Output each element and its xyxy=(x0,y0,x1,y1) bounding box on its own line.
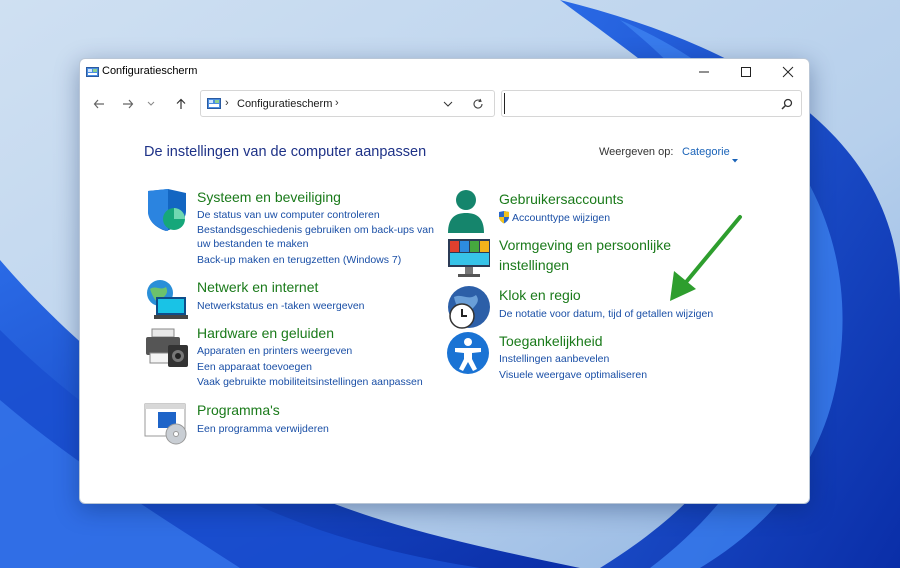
category-link[interactable]: Een programma verwijderen xyxy=(197,422,329,437)
network-icon[interactable] xyxy=(144,277,190,323)
category-link[interactable]: Instellingen aanbevelen xyxy=(499,352,609,367)
category-link[interactable]: Visuele weergave optimaliseren xyxy=(499,368,647,383)
category-link[interactable]: Accounttype wijzigen xyxy=(512,211,610,226)
close-icon xyxy=(782,66,794,78)
printer-icon[interactable] xyxy=(144,323,190,369)
search-box[interactable] xyxy=(501,90,802,117)
control-panel-window: Configuratiescherm › Configuratiescherm … xyxy=(79,58,810,504)
category-title[interactable]: Systeem en beveiliging xyxy=(197,187,341,207)
recent-locations-button[interactable] xyxy=(144,93,158,115)
title-bar[interactable]: Configuratiescherm xyxy=(80,59,809,85)
breadcrumb-separator: › xyxy=(225,97,229,109)
view-by-label: Weergeven op: xyxy=(599,146,674,158)
control-panel-icon xyxy=(86,65,99,83)
appearance-icon[interactable] xyxy=(446,235,492,281)
category-title[interactable]: Programma's xyxy=(197,400,280,420)
category-link[interactable]: uw bestanden te maken xyxy=(197,237,309,252)
caret-down-icon[interactable] xyxy=(732,150,738,168)
up-button[interactable] xyxy=(170,93,192,115)
category-link[interactable]: De notatie voor datum, tijd of getallen … xyxy=(499,307,713,322)
address-bar[interactable]: › Configuratiescherm › xyxy=(200,90,495,117)
maximize-icon xyxy=(741,67,751,77)
category-title[interactable]: Gebruikersaccounts xyxy=(499,189,624,209)
category-title[interactable]: Netwerk en internet xyxy=(197,277,318,297)
category-link[interactable]: Bestandsgeschiedenis gebruiken om back-u… xyxy=(197,223,434,238)
back-button[interactable] xyxy=(88,93,110,115)
category-title-line2[interactable]: instellingen xyxy=(499,255,569,275)
category-title[interactable]: Klok en regio xyxy=(499,285,581,305)
category-link[interactable]: Apparaten en printers weergeven xyxy=(197,344,352,359)
arrow-right-icon xyxy=(123,99,134,109)
shield-icon[interactable] xyxy=(144,187,190,233)
close-button[interactable] xyxy=(767,59,809,85)
search-input[interactable] xyxy=(504,93,780,114)
globe-clock-icon[interactable] xyxy=(446,285,492,331)
category-title[interactable]: Hardware en geluiden xyxy=(197,323,334,343)
breadcrumb-item[interactable]: Configuratiescherm xyxy=(237,98,332,110)
category-link[interactable]: Back-up maken en terugzetten (Windows 7) xyxy=(197,253,401,268)
annotation-arrow xyxy=(670,215,742,301)
refresh-icon xyxy=(473,98,483,109)
navigation-bar: › Configuratiescherm › xyxy=(80,85,809,123)
minimize-button[interactable] xyxy=(683,59,725,85)
user-icon[interactable] xyxy=(446,189,492,235)
category-link[interactable]: Netwerkstatus en -taken weergeven xyxy=(197,299,365,314)
forward-button[interactable] xyxy=(117,93,139,115)
breadcrumb-separator[interactable]: › xyxy=(335,97,339,109)
page-title: De instellingen van de computer aanpasse… xyxy=(144,144,427,160)
category-title[interactable]: Toegankelijkheid xyxy=(499,331,603,351)
minimize-icon xyxy=(699,71,709,73)
control-panel-icon xyxy=(207,97,221,115)
category-link[interactable]: Een apparaat toevoegen xyxy=(197,360,312,375)
chevron-down-icon xyxy=(443,101,453,107)
maximize-button[interactable] xyxy=(725,59,767,85)
view-by-dropdown[interactable]: Categorie xyxy=(682,146,730,158)
accessibility-icon[interactable] xyxy=(446,331,492,377)
category-link[interactable]: De status van uw computer controleren xyxy=(197,208,380,223)
search-icon[interactable] xyxy=(781,97,793,115)
category-title[interactable]: Vormgeving en persoonlijke xyxy=(499,235,671,255)
chevron-down-icon xyxy=(147,101,155,106)
window-title: Configuratiescherm xyxy=(102,65,198,77)
arrow-left-icon xyxy=(93,99,104,109)
refresh-button[interactable] xyxy=(469,95,487,113)
programs-icon[interactable] xyxy=(144,400,190,446)
address-history-button[interactable] xyxy=(439,95,457,113)
category-link[interactable]: Vaak gebruikte mobiliteitsinstellingen a… xyxy=(197,375,423,390)
arrow-up-icon xyxy=(176,98,186,109)
uac-shield-icon xyxy=(498,211,510,229)
